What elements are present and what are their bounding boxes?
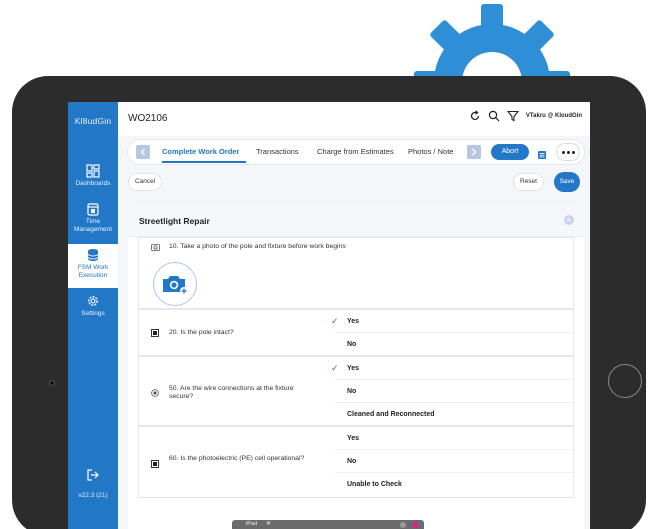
- option-yes[interactable]: ✓ Yes: [331, 310, 575, 333]
- checkbox-icon: [151, 460, 159, 468]
- check-icon: ✓: [331, 363, 339, 373]
- option-label: No: [347, 341, 357, 348]
- tab-transactions[interactable]: Transactions: [256, 147, 299, 156]
- work-order-title: WO2106: [128, 113, 168, 124]
- tab-complete-work-order[interactable]: Complete Work Order: [162, 147, 239, 156]
- option-no[interactable]: No: [335, 333, 575, 356]
- checkbox-icon: [151, 329, 159, 337]
- taskbar-record-icon: [412, 522, 418, 528]
- home-button[interactable]: [608, 364, 642, 398]
- app-logo: Kl8udGin: [74, 116, 112, 126]
- app-screen: Kl8udGin Dashboards Time Management FSM …: [68, 102, 590, 529]
- filter-icon[interactable]: [506, 110, 519, 122]
- option-label: No: [347, 458, 357, 465]
- logout-icon[interactable]: [86, 468, 100, 487]
- taskbar-close-icon[interactable]: ✕: [266, 520, 271, 527]
- option-label: Yes: [347, 318, 360, 325]
- cancel-button[interactable]: Cancel: [128, 173, 163, 191]
- sidebar-item-dashboards[interactable]: Dashboards: [68, 160, 118, 194]
- tab-scroll-right-button[interactable]: [467, 145, 481, 159]
- option-label: Yes: [347, 435, 360, 442]
- tab-scroll-left-button[interactable]: [136, 145, 150, 159]
- camera-add-icon: [163, 276, 188, 295]
- sidebar-item-label: Time Management: [74, 218, 112, 233]
- sidebar-item-label: Dashboards: [75, 180, 111, 187]
- sidebar-item-label: FSM Work Execution: [77, 264, 109, 279]
- option-label: Cleaned and Reconnected: [347, 411, 435, 418]
- question-50: 50. Are the wire connections at the fixt…: [138, 356, 575, 426]
- more-dot: [561, 150, 565, 154]
- take-photo-button[interactable]: [153, 262, 197, 306]
- calendar-icon: [87, 203, 99, 216]
- refresh-icon[interactable]: [469, 110, 481, 122]
- option-no[interactable]: No: [335, 380, 575, 403]
- question-text: 60. Is the photoelectric (PE) cell opera…: [169, 455, 305, 462]
- radio-icon: [151, 389, 159, 397]
- option-yes[interactable]: ✓ Yes: [331, 357, 575, 380]
- option-unable-to-check[interactable]: Unable to Check: [335, 473, 575, 496]
- notes-icon[interactable]: [537, 147, 547, 165]
- more-options-button[interactable]: [556, 143, 580, 161]
- option-cleaned-and-reconnected[interactable]: Cleaned and Reconnected: [335, 403, 575, 426]
- option-label: No: [347, 388, 357, 395]
- camera-small-icon: [151, 244, 160, 251]
- tab-charge-from-estimates[interactable]: Charge from Estimates: [317, 147, 394, 156]
- sidebar: Kl8udGin Dashboards Time Management FSM …: [68, 102, 118, 529]
- question-text: 50. Are the wire connections at the fixt…: [169, 385, 294, 400]
- main-content: WO2106 VTakru @ KloudGin Complete Work O…: [118, 102, 590, 529]
- gear-icon: [88, 296, 98, 306]
- dashboard-icon: [86, 164, 100, 178]
- stage: Kl8udGin Dashboards Time Management FSM …: [0, 0, 653, 529]
- question-20: 20. Is the pole intact? ✓ Yes No: [138, 309, 575, 356]
- abort-button[interactable]: Abort: [491, 144, 529, 160]
- option-no[interactable]: No: [335, 450, 575, 473]
- database-icon: [87, 249, 99, 261]
- section-title: Streetlight Repair: [139, 216, 210, 226]
- bottom-taskbar: iPad ✕: [232, 520, 424, 529]
- chevron-left-icon: [140, 148, 145, 156]
- save-button[interactable]: Save: [554, 172, 580, 192]
- user-name[interactable]: VTakru @ KloudGin: [526, 113, 582, 119]
- option-label: Yes: [347, 365, 360, 372]
- top-bar-actions: VTakru @ KloudGin: [469, 110, 582, 122]
- tab-bar: Complete Work Order Transactions Charge …: [128, 140, 584, 164]
- checklist-panel: Streetlight Repair 10. Take a photo of t…: [128, 205, 584, 529]
- collapse-chevron-up-icon[interactable]: [564, 215, 574, 225]
- sidebar-item-fsm-work-execution[interactable]: FSM Work Execution: [68, 244, 118, 288]
- section-header[interactable]: Streetlight Repair: [128, 205, 584, 237]
- question-text: 20. Is the pole intact?: [169, 329, 234, 336]
- sidebar-item-label: Settings: [81, 310, 105, 317]
- check-icon: ✓: [331, 316, 339, 326]
- question-text: 10. Take a photo of the pole and fixture…: [169, 243, 346, 250]
- active-tab-indicator: [162, 161, 246, 163]
- taskbar-status-icon: [400, 522, 406, 528]
- option-yes[interactable]: Yes: [335, 427, 575, 450]
- taskbar-label: iPad: [246, 521, 258, 527]
- top-bar: WO2106 VTakru @ KloudGin: [118, 102, 590, 136]
- reset-button[interactable]: Reset: [513, 173, 544, 191]
- search-icon[interactable]: [488, 110, 500, 122]
- more-dot: [566, 150, 570, 154]
- question-60: 60. Is the photoelectric (PE) cell opera…: [138, 426, 575, 498]
- tab-photos-note[interactable]: Photos / Note: [408, 147, 453, 156]
- question-10: 10. Take a photo of the pole and fixture…: [138, 237, 574, 309]
- sidebar-item-time-management[interactable]: Time Management: [68, 199, 118, 239]
- more-dot: [571, 150, 575, 154]
- tablet-camera-icon: [49, 380, 55, 386]
- sidebar-item-settings[interactable]: Settings: [68, 292, 118, 322]
- option-label: Unable to Check: [347, 481, 402, 488]
- chevron-right-icon: [472, 148, 477, 156]
- app-version: v22.3 (21): [78, 492, 108, 499]
